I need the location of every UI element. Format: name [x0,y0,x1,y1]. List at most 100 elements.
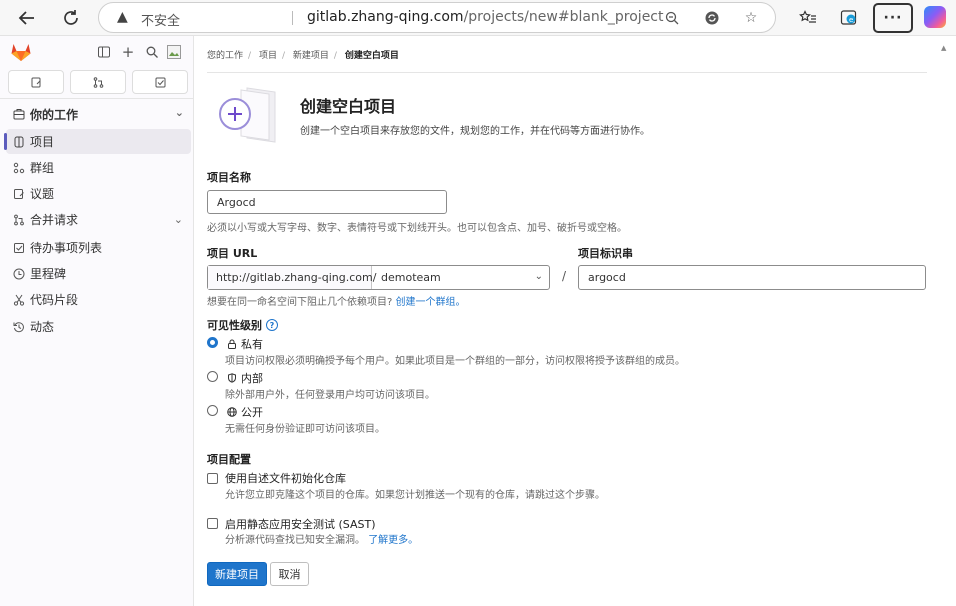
project-slug-input[interactable]: argocd [578,265,926,290]
sidebar-item-issues[interactable]: 议题 [6,181,191,206]
cancel-button[interactable]: 取消 [270,562,309,586]
copilot-icon[interactable] [924,6,946,28]
url-separator: / [562,269,567,283]
todo-tab[interactable] [132,70,188,94]
readme-checkbox[interactable] [207,473,218,484]
sidebar-item-activity[interactable]: 动态 [6,314,191,339]
todo-icon [8,242,30,254]
edge-collection-icon[interactable]: e [836,6,862,30]
learn-more-link[interactable]: 了解更多。 [368,535,418,546]
create-project-button[interactable]: 新建项目 [207,562,267,586]
issues-icon [8,188,30,200]
main-content: 您的工作 / 项目 / 新建项目 / 创建空白项目 创建空白项目 创建一个空白项目来存… [207,36,927,606]
sidebar-section-title: 你的工作 [30,107,79,122]
translate-icon[interactable] [702,9,722,27]
briefcase-icon [8,108,30,120]
shield-icon [225,373,239,383]
breadcrumb-divider [207,72,927,73]
url-prefix: http://gitlab.zhang-qing.com/ [208,266,376,289]
sidebar-header: + [10,42,190,64]
sidebar-item-label: 里程碑 [30,267,67,281]
gitlab-logo-icon[interactable] [10,42,32,62]
avatar[interactable] [166,44,182,60]
visibility-private-desc: 项目访问权限必须明确授予每个用户。如果此项目是一个群组的一部分，访问权限将授予该… [225,356,685,367]
search-icon[interactable] [144,44,160,60]
scroll-up-icon[interactable]: ▲ [941,44,946,52]
help-icon[interactable]: ? [266,319,278,331]
sidebar-section-your-work[interactable]: 你的工作 ⌄ [8,102,190,126]
sidebar-item-label: 待办事项列表 [30,241,103,255]
blank-project-illustration-icon [219,87,276,143]
readme-label[interactable]: 使用自述文件初始化仓库 [225,470,346,486]
page-description: 创建一个空白项目来存放您的文件，规划您的工作，并在代码等方面进行协作。 [300,126,650,137]
breadcrumb-item[interactable]: 新建项目 [293,51,329,61]
namespace-value: demoteam [381,271,441,284]
svg-text:e: e [849,16,853,24]
security-label[interactable]: 不安全 [141,10,180,29]
radio-public[interactable] [207,405,218,416]
project-name-label: 项目名称 [207,171,251,184]
plus-icon[interactable]: + [120,43,136,61]
sast-checkbox[interactable] [207,518,218,529]
sidebar-quick-tabs [8,70,192,94]
visibility-label: 可见性级别? [207,317,278,333]
sidebar-item-todo[interactable]: 待办事项列表 [6,235,191,260]
activity-icon [8,321,30,333]
warning-icon[interactable]: ▲ [117,9,128,25]
chevron-down-icon: ⌄ [534,271,543,282]
assigned-issues-tab[interactable] [8,70,64,94]
breadcrumb-item[interactable]: 您的工作 [207,51,243,61]
group-hint: 想要在同一命名空间下阻止几个依赖项目? 创建一个群组。 [207,297,466,308]
visibility-public-label[interactable]: 公开 [225,404,263,420]
chevron-down-icon: ⌄ [173,213,183,226]
reload-icon[interactable] [58,6,84,30]
project-name-input[interactable]: Argocd [207,190,447,214]
milestone-icon [8,268,30,280]
visibility-internal-label[interactable]: 内部 [225,370,263,386]
sidebar-item-groups[interactable]: 群组 [6,155,191,180]
radio-private[interactable] [207,337,218,348]
breadcrumb-current[interactable]: 创建空白项目 [345,51,399,61]
visibility-internal-desc: 除外部用户外，任何登录用户均可访问该项目。 [225,390,435,401]
toggle-sidebar-icon[interactable] [96,44,112,60]
sidebar-item-milestones[interactable]: 里程碑 [6,261,191,286]
breadcrumb: 您的工作 / 项目 / 新建项目 / 创建空白项目 [207,51,399,61]
sidebar-item-merge-requests[interactable]: 合并请求 ⌄ [6,207,191,232]
url-text[interactable]: gitlab.zhang-qing.com/projects/new#blank… [307,9,664,25]
breadcrumb-item[interactable]: 项目 [259,51,277,61]
project-icon [8,136,30,148]
merge-request-icon [8,214,30,226]
sidebar-item-label: 议题 [30,187,55,201]
sidebar: + 你的工作 ⌄ 项目 群组 议题 合并请求 ⌄ 待办事项列表 里程碑 代码片段… [0,36,194,606]
zoom-icon[interactable] [662,9,682,27]
sidebar-item-snippets[interactable]: 代码片段 [6,287,191,312]
sidebar-divider [0,98,194,99]
namespace-select[interactable]: demoteam ⌄ [372,266,549,289]
back-icon[interactable] [14,6,40,30]
sidebar-item-label: 项目 [30,135,55,149]
create-group-link[interactable]: 创建一个群组。 [396,297,466,308]
project-slug-label: 项目标识串 [578,247,633,260]
address-bar[interactable]: ▲ 不安全 gitlab.zhang-qing.com/projects/new… [98,2,776,33]
sast-label[interactable]: 启用静态应用安全测试 (SAST) [225,516,376,532]
readme-desc: 允许您立即克隆这个项目的仓库。如果您计划推送一个现有的仓库，请跳过这个步骤。 [225,490,605,501]
issues-icon [31,77,40,87]
todo-icon [155,77,165,87]
sidebar-item-label: 代码片段 [30,293,79,307]
project-name-hint: 必须以小写或大写字母、数字、表情符号或下划线开头。也可以包含点、加号、破折号或空… [207,223,627,234]
globe-icon [225,407,239,417]
sidebar-item-label: 合并请求 [30,213,79,227]
project-url-group: http://gitlab.zhang-qing.com/ demoteam ⌄ [207,265,550,290]
radio-internal[interactable] [207,371,218,382]
project-url-label: 项目 URL [207,247,258,260]
lock-icon [225,339,239,349]
sidebar-item-projects[interactable]: 项目 [4,129,191,154]
chevron-up-icon: ⌄ [174,106,184,119]
visibility-private-label[interactable]: 私有 [225,336,263,352]
favorite-star-icon[interactable]: ☆ [741,9,761,27]
favorites-icon[interactable] [795,6,821,30]
merge-requests-tab[interactable] [70,70,126,94]
more-menu-button[interactable]: ··· [873,3,913,33]
sidebar-item-label: 动态 [30,320,55,334]
visibility-public-desc: 无需任何身份验证即可访问该项目。 [225,424,385,435]
